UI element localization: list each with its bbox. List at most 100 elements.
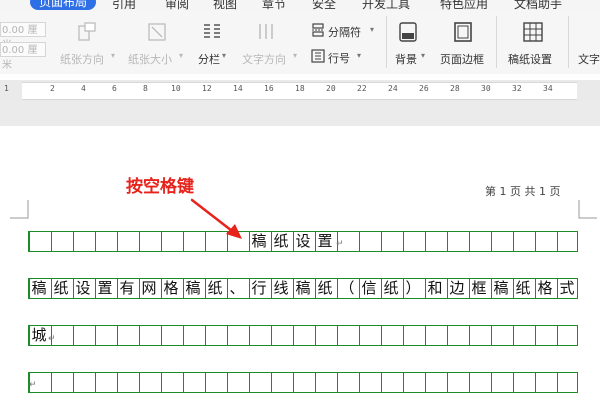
ruler-number: 1 xyxy=(4,84,9,93)
grid-char: 稿 xyxy=(493,279,509,297)
text-direction-icon xyxy=(259,24,273,39)
ruler-number: 6 xyxy=(112,84,117,93)
ruler-number: 26 xyxy=(419,84,429,93)
grid-char: 有 xyxy=(119,279,135,297)
ruler-number: 22 xyxy=(357,84,367,93)
ruler-number: 30 xyxy=(481,84,491,93)
grid-char: 纸 xyxy=(383,279,399,297)
tab-security[interactable]: 安全 xyxy=(312,0,336,10)
ruler-number: 20 xyxy=(326,84,336,93)
tab-references[interactable]: 引用 xyxy=(112,0,136,10)
grid-char: 设 xyxy=(75,279,91,297)
chevron-down-icon: ▾ xyxy=(357,51,362,60)
ruler-number: 18 xyxy=(295,84,305,93)
tab-features[interactable]: 特色应用 xyxy=(440,0,488,10)
document-canvas-margin xyxy=(0,102,600,126)
grid-char: 设 xyxy=(295,232,311,250)
tab-view[interactable]: 视图 xyxy=(213,0,237,10)
grid-char: 置 xyxy=(97,279,113,297)
page-count-status: 第 1 页 共 1 页 xyxy=(485,185,561,198)
grid-char: 线 xyxy=(273,279,289,297)
grid-char: （ xyxy=(339,279,355,297)
ruler-number: 10 xyxy=(171,84,181,93)
grid-char: 边 xyxy=(449,279,465,297)
page-border-icon xyxy=(454,22,472,42)
breaks-label: 分隔符 xyxy=(328,26,361,39)
grid-char: 纸 xyxy=(53,279,69,297)
grid-char: 式 xyxy=(559,279,575,297)
grid-char: 、 xyxy=(229,279,245,297)
grid-char: 格 xyxy=(163,279,179,297)
grid-char: 网 xyxy=(141,279,157,297)
tab-sections[interactable]: 章节 xyxy=(262,0,286,10)
chevron-down-icon: ▾ xyxy=(293,51,298,60)
ruler-number: 24 xyxy=(388,84,398,93)
grid-char: 纸 xyxy=(273,232,289,250)
margin-bottom-spinner[interactable]: 0.00 厘米 xyxy=(0,42,46,71)
grid-char: 行 xyxy=(251,279,267,297)
grid-char: 置 xyxy=(317,232,333,250)
grid-row[interactable] xyxy=(28,372,578,393)
ruler-number: 32 xyxy=(512,84,522,93)
ribbon-separator xyxy=(386,16,387,68)
orientation-icon xyxy=(78,22,96,41)
grid-char: 信 xyxy=(361,279,377,297)
text-overflow-label: 文字 xyxy=(578,53,600,66)
chevron-down-icon: ▾ xyxy=(222,51,227,60)
chevron-down-icon: ▾ xyxy=(421,51,426,60)
paper-size-icon xyxy=(148,23,166,41)
grid-char: ） xyxy=(405,279,421,297)
tab-page-layout[interactable]: 页面布局 xyxy=(30,0,97,10)
grid-paper-settings-label: 稿纸设置 xyxy=(508,53,552,66)
chevron-down-icon: ▾ xyxy=(111,51,116,60)
columns-icon xyxy=(204,24,220,38)
ruler-number: 16 xyxy=(264,84,274,93)
ribbon-separator xyxy=(568,16,569,68)
grid-char: 纸 xyxy=(207,279,223,297)
grid-paper-icon xyxy=(523,22,543,42)
document-page[interactable] xyxy=(0,126,600,409)
ruler-number: 12 xyxy=(202,84,212,93)
tab-developer[interactable]: 开发工具 xyxy=(362,0,410,10)
page-border-label: 页面边框 xyxy=(440,53,484,66)
chevron-down-icon: ▾ xyxy=(179,51,184,60)
grid-char: 城 xyxy=(31,326,47,344)
ruler-number: 2 xyxy=(50,84,55,93)
breaks-icon xyxy=(312,23,324,37)
horizontal-ruler[interactable]: 1 2 4 6 8 10 12 14 16 18 20 22 24 26 28 … xyxy=(0,80,600,181)
grid-char: 框 xyxy=(471,279,487,297)
paragraph-mark: ↵ xyxy=(336,239,344,249)
ribbon-tab-strip: 页面布局 引用 审阅 视图 章节 安全 开发工具 特色应用 文档助手 xyxy=(0,0,600,10)
grid-char: 和 xyxy=(427,279,443,297)
paper-size-label: 纸张大小 xyxy=(128,53,172,66)
ruler-number: 4 xyxy=(81,84,86,93)
background-label: 背景 xyxy=(395,53,417,66)
grid-char: 稿 xyxy=(185,279,201,297)
grid-char: 纸 xyxy=(515,279,531,297)
grid-row[interactable] xyxy=(28,325,578,346)
page-corner-mark-right xyxy=(578,200,597,219)
chevron-down-icon: ▾ xyxy=(370,25,375,34)
ruler-number: 34 xyxy=(543,84,553,93)
annotation-label: 按空格键 xyxy=(126,177,194,197)
paragraph-mark: ↵ xyxy=(48,334,56,344)
ruler-number: 28 xyxy=(450,84,460,93)
page-corner-mark-left xyxy=(10,200,29,219)
ribbon-toolbar: 0.00 厘米 0.00 厘米 纸张方向 ▾ 纸张大小 ▾ 分栏 ▾ xyxy=(0,10,600,74)
tab-review[interactable]: 审阅 xyxy=(165,0,189,10)
margin-top-spinner[interactable]: 0.00 厘米 xyxy=(0,22,46,51)
line-numbers-icon xyxy=(311,49,325,63)
grid-char: 稿 xyxy=(251,232,267,250)
line-numbers-label: 行号 xyxy=(328,52,350,65)
ribbon-separator xyxy=(496,16,497,68)
paragraph-mark: ↵ xyxy=(29,380,37,390)
annotation-arrow-icon xyxy=(190,198,242,239)
grid-char: 纸 xyxy=(317,279,333,297)
columns-label: 分栏 xyxy=(198,53,220,66)
grid-char: 格 xyxy=(537,279,553,297)
ruler-number: 8 xyxy=(143,84,148,93)
background-icon xyxy=(399,22,417,42)
tab-doc-assistant[interactable]: 文档助手 xyxy=(514,0,562,10)
grid-char: 稿 xyxy=(295,279,311,297)
ruler-number: 14 xyxy=(233,84,243,93)
